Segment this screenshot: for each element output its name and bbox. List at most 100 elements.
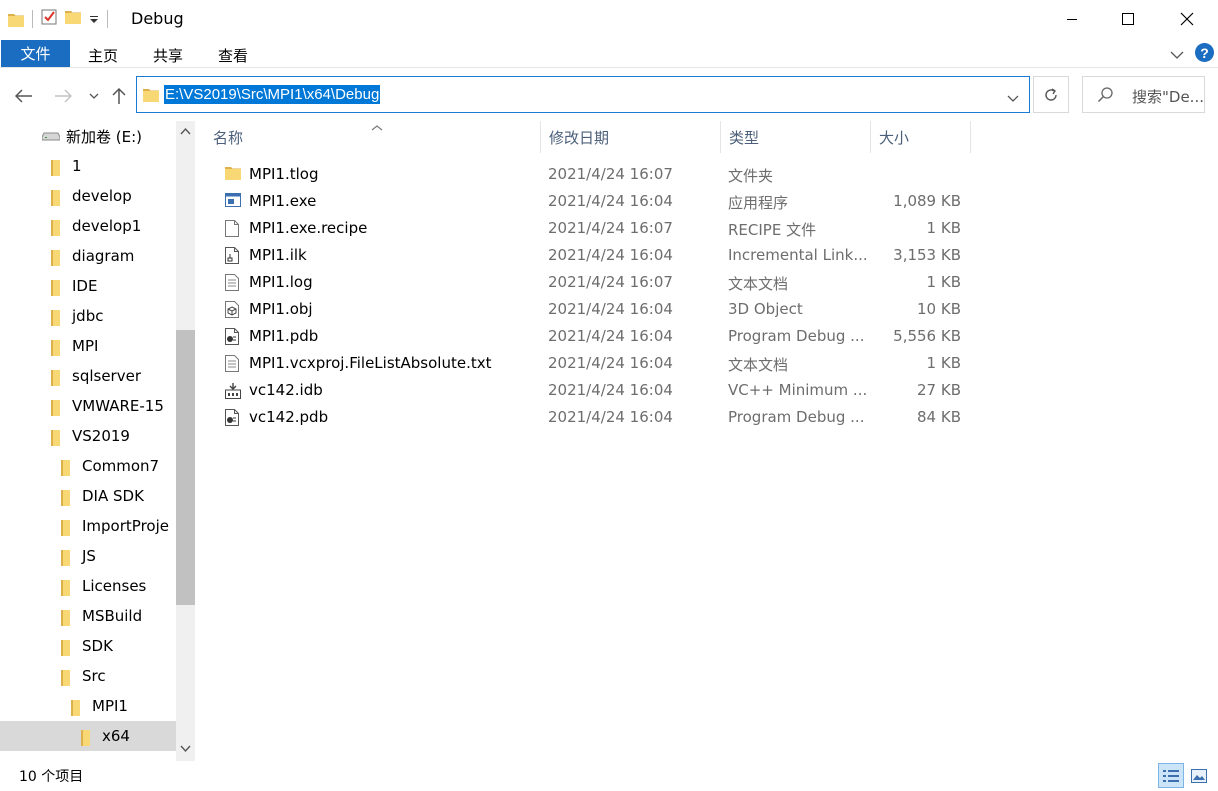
folder-icon: [51, 279, 61, 296]
tree-item-label: JS: [82, 547, 96, 565]
file-type: 应用程序: [728, 194, 789, 212]
tree-item-js[interactable]: JS: [61, 541, 96, 571]
tab-home[interactable]: 主页: [88, 45, 118, 66]
file-row[interactable]: MPI1.exe.recipe 2021/4/24 16:07 RECIPE 文件 1…: [205, 215, 975, 242]
close-button[interactable]: [1164, 0, 1210, 38]
properties-icon[interactable]: [41, 9, 57, 29]
details-view-button[interactable]: [1158, 763, 1184, 788]
tree-item-ide[interactable]: IDE: [51, 271, 97, 301]
minimize-button[interactable]: [1049, 0, 1095, 38]
3d-object-icon: [225, 301, 239, 322]
tree-item-common7[interactable]: Common7: [61, 451, 159, 481]
tree-item-develop1[interactable]: develop1: [51, 211, 141, 241]
tree-item-msbuild[interactable]: MSBuild: [61, 601, 142, 631]
file-type: Program Debug ...: [728, 327, 865, 345]
help-icon[interactable]: ?: [1195, 43, 1214, 62]
folder-icon: [51, 429, 61, 446]
file-row[interactable]: MPI1.tlog 2021/4/24 16:07 文件夹: [205, 161, 975, 188]
forward-button[interactable]: [51, 84, 75, 108]
file-name: vc142.idb: [249, 381, 323, 399]
file-size: 1 KB: [926, 219, 961, 237]
tree-item-label: diagram: [72, 247, 135, 265]
tree-item-x64[interactable]: x64: [0, 721, 176, 751]
tree-item-label: MSBuild: [82, 607, 143, 625]
idb-file-icon: [225, 382, 241, 403]
ribbon: 文件 主页 共享 查看 ?: [0, 38, 1218, 68]
tree-item-diagram[interactable]: diagram: [51, 241, 134, 271]
tree-item-label: sqlserver: [72, 367, 141, 385]
tree-item-vs2019[interactable]: VS2019: [51, 421, 130, 451]
column-header-size[interactable]: 大小: [871, 121, 971, 153]
back-button[interactable]: [12, 84, 36, 108]
address-path[interactable]: E:\VS2019\Src\MPI1\x64\Debug: [164, 85, 381, 104]
customize-toolbar-icon[interactable]: [89, 10, 99, 28]
file-size: 3,153 KB: [893, 246, 961, 264]
folder-icon: [51, 249, 61, 266]
navigation-scrollbar[interactable]: [176, 121, 195, 761]
scrollbar-thumb[interactable]: [176, 330, 195, 605]
column-header-date[interactable]: 修改日期: [541, 121, 721, 153]
file-row[interactable]: MPI1.exe 2021/4/24 16:04 应用程序 1,089 KB: [205, 188, 975, 215]
tree-item-label: ImportProje: [82, 517, 169, 535]
tree-item-sqlserver[interactable]: sqlserver: [51, 361, 141, 391]
tree-item-drive[interactable]: 新加卷 (E:): [41, 121, 142, 151]
file-date: 2021/4/24 16:04: [548, 354, 673, 372]
pdb-file-icon: [225, 328, 239, 349]
tree-item-label: VMWARE-15: [72, 397, 164, 415]
search-input[interactable]: 搜索"De...: [1132, 86, 1204, 107]
file-date: 2021/4/24 16:04: [548, 381, 673, 399]
chevron-down-icon[interactable]: [1007, 89, 1019, 107]
tab-file[interactable]: 文件: [1, 40, 70, 67]
maximize-button[interactable]: [1105, 0, 1151, 38]
tree-item-label: 1: [72, 157, 82, 175]
tree-item-jdbc[interactable]: jdbc: [51, 301, 103, 331]
tree-item-sdk[interactable]: SDK: [61, 631, 113, 661]
expand-ribbon-icon[interactable]: [1170, 46, 1184, 64]
tab-share[interactable]: 共享: [153, 45, 183, 66]
file-size: 1 KB: [926, 273, 961, 291]
address-bar[interactable]: E:\VS2019\Src\MPI1\x64\Debug: [136, 76, 1030, 113]
file-row[interactable]: MPI1.ilk 2021/4/24 16:04 Incremental Link.…: [205, 242, 975, 269]
folder-icon: [61, 459, 71, 476]
tree-item-src[interactable]: Src: [61, 661, 106, 691]
file-type: 文本文档: [728, 356, 789, 374]
scroll-up-icon: [180, 127, 191, 135]
file-date: 2021/4/24 16:04: [548, 300, 673, 318]
tree-item-vmware-15[interactable]: VMWARE-15: [51, 391, 164, 421]
tree-item-1[interactable]: 1: [51, 151, 82, 181]
tab-view[interactable]: 查看: [218, 45, 248, 66]
search-box[interactable]: 搜索"De...: [1082, 76, 1205, 113]
details-view-icon: [1163, 769, 1179, 782]
file-type: 文本文档: [728, 275, 789, 293]
file-row[interactable]: MPI1.vcxproj.FileListAbsolute.txt 2021/4/…: [205, 350, 975, 377]
file-type: VC++ Minimum ...: [728, 381, 868, 399]
arrow-left-icon: [15, 89, 32, 103]
file-type: RECIPE 文件: [728, 221, 817, 239]
file-row[interactable]: vc142.idb 2021/4/24 16:04 VC++ Minimum ...…: [205, 377, 975, 404]
folder-icon: [61, 549, 71, 566]
folder-icon: [225, 166, 241, 184]
divider: [32, 10, 33, 28]
recent-locations-button[interactable]: [82, 84, 106, 108]
tree-item-label: Common7: [82, 457, 160, 475]
large-icons-view-button[interactable]: [1186, 763, 1212, 788]
file-row[interactable]: vc142.pdb 2021/4/24 16:04 Program Debug ..…: [205, 404, 975, 431]
file-row[interactable]: MPI1.log 2021/4/24 16:07 文本文档 1 KB: [205, 269, 975, 296]
up-button[interactable]: [107, 84, 131, 108]
file-row[interactable]: MPI1.pdb 2021/4/24 16:04 Program Debug ...…: [205, 323, 975, 350]
tree-item-mpi[interactable]: MPI: [51, 331, 98, 361]
tree-item-mpi1[interactable]: MPI1: [71, 691, 128, 721]
folder-icon: [8, 13, 24, 27]
file-row[interactable]: MPI1.obj 2021/4/24 16:04 3D Object 10 KB: [205, 296, 975, 323]
tree-item-importproje[interactable]: ImportProje: [61, 511, 169, 541]
tree-item-licenses[interactable]: Licenses: [61, 571, 146, 601]
folder-icon: [51, 219, 61, 236]
refresh-button[interactable]: [1033, 76, 1069, 113]
tree-item-dia-sdk[interactable]: DIA SDK: [61, 481, 144, 511]
file-size: 10 KB: [917, 300, 961, 318]
tree-item-develop[interactable]: develop: [51, 181, 132, 211]
file-name: MPI1.ilk: [249, 246, 307, 264]
column-header-type[interactable]: 类型: [721, 121, 871, 153]
new-folder-icon[interactable]: [65, 10, 81, 28]
column-headers: 名称 修改日期 类型 大小: [205, 121, 975, 153]
